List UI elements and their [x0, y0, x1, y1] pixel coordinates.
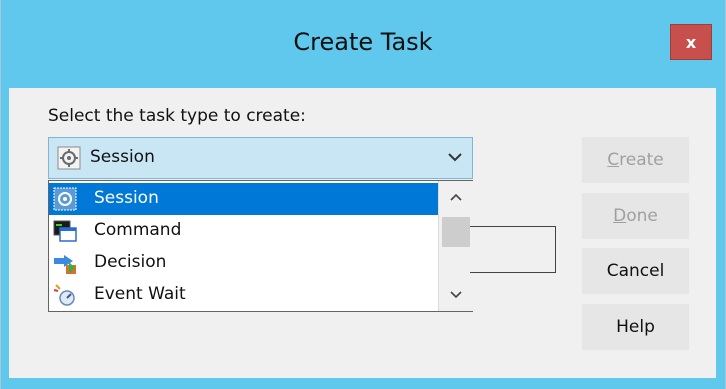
- list-scrollbar[interactable]: [438, 181, 473, 311]
- task-type-prompt: Select the task type to create:: [48, 106, 306, 126]
- help-button-label: Help: [616, 317, 655, 337]
- window-title: Create Task: [293, 28, 433, 56]
- command-window-icon: [53, 220, 77, 242]
- list-item-label: Command: [94, 220, 182, 240]
- done-button-mnemonic: D: [613, 206, 627, 226]
- chevron-down-icon: [448, 153, 462, 162]
- list-item-label: Decision: [94, 252, 167, 272]
- chevron-down-icon: [450, 291, 462, 299]
- cancel-button[interactable]: Cancel: [582, 248, 689, 294]
- close-button[interactable]: x: [670, 24, 712, 60]
- help-button[interactable]: Help: [582, 304, 689, 350]
- chevron-up-icon: [450, 193, 462, 201]
- list-item-event-wait[interactable]: Event Wait: [49, 279, 438, 311]
- title-bar[interactable]: Create Task x: [0, 0, 726, 88]
- list-item-session[interactable]: Session: [49, 183, 438, 215]
- session-gear-icon: [53, 187, 77, 211]
- session-gear-icon: [57, 146, 81, 170]
- close-icon: x: [685, 32, 697, 52]
- decision-icon: [54, 255, 76, 274]
- combo-selected-value: Session: [90, 147, 155, 167]
- list-item-command[interactable]: Command: [49, 215, 438, 247]
- event-wait-icon: [53, 284, 75, 306]
- scroll-thumb[interactable]: [442, 217, 470, 247]
- list-item-label: Session: [94, 188, 159, 208]
- create-button-mnemonic: C: [607, 150, 620, 170]
- task-type-dropdown-list[interactable]: Session Command Decision Event Wait: [48, 180, 473, 312]
- done-button-label: one: [626, 206, 658, 226]
- scroll-down-button[interactable]: [439, 279, 473, 311]
- background-frame: [470, 226, 556, 273]
- list-item-decision[interactable]: Decision: [49, 247, 438, 279]
- done-button[interactable]: Done: [582, 193, 689, 239]
- task-type-combobox[interactable]: Session: [48, 137, 473, 179]
- scroll-up-button[interactable]: [439, 181, 473, 213]
- create-button[interactable]: Create: [582, 137, 689, 183]
- create-task-dialog: Create Task x Select the task type to cr…: [0, 0, 726, 389]
- create-button-label: reate: [619, 150, 664, 170]
- cancel-button-label: Cancel: [606, 261, 665, 281]
- list-item-label: Event Wait: [94, 284, 186, 304]
